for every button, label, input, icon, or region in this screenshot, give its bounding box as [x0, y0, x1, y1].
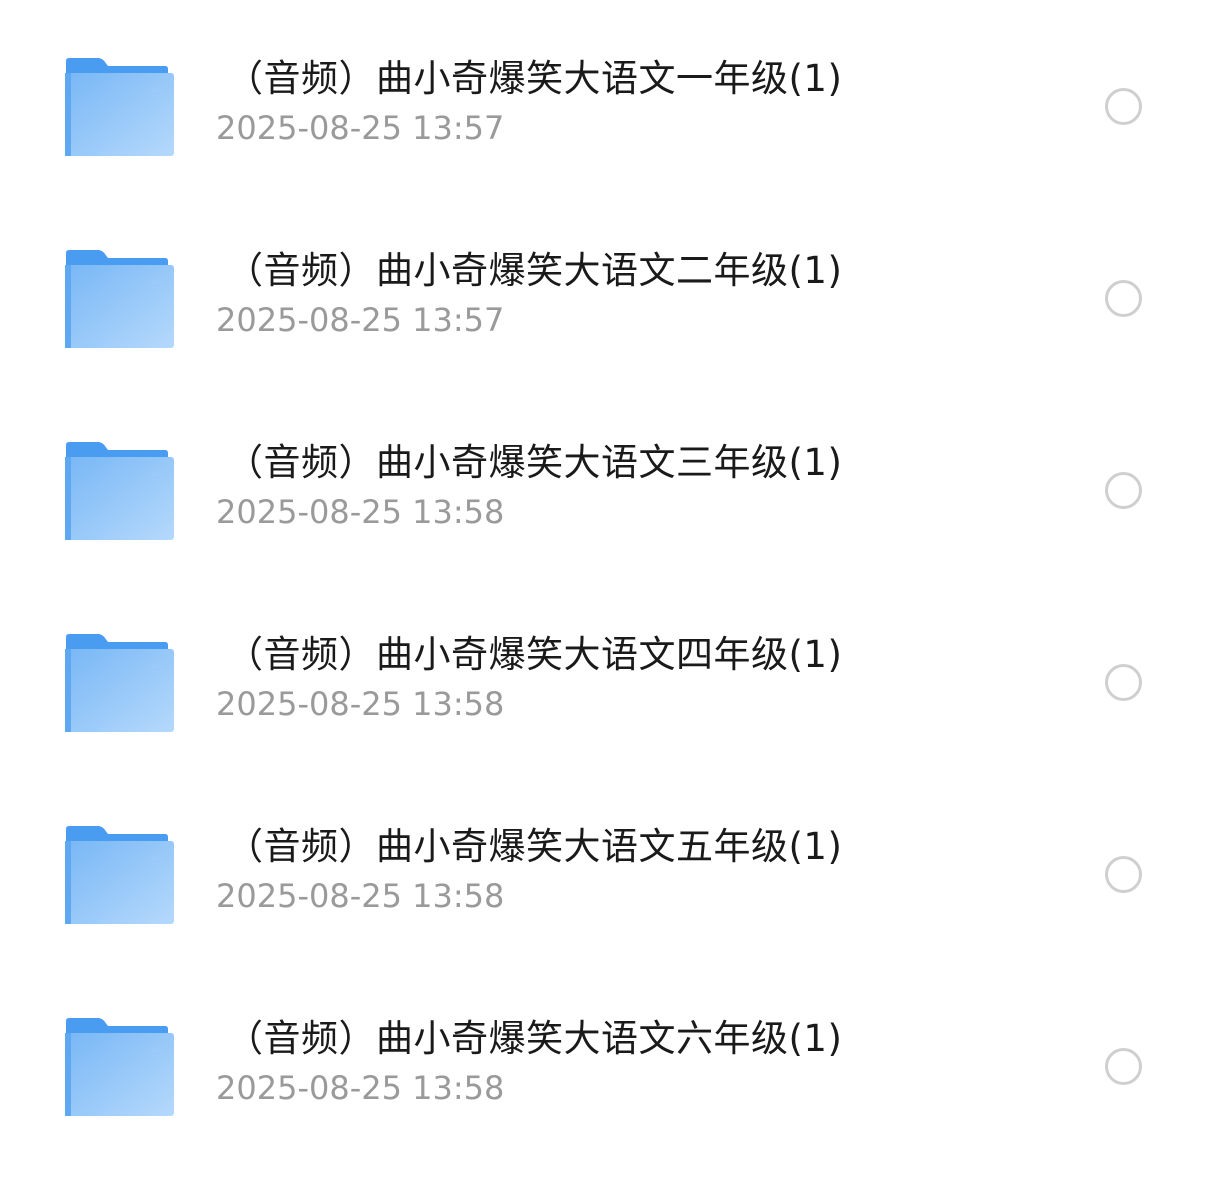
select-radio[interactable]	[1105, 664, 1142, 701]
list-item[interactable]: （音频）曲小奇爆笑大语文五年级(1) 2025-08-25 13:58	[0, 778, 1219, 970]
list-item[interactable]: （音频）曲小奇爆笑大语文四年级(1) 2025-08-25 13:58	[0, 586, 1219, 778]
file-texts: （音频）曲小奇爆笑大语文五年级(1) 2025-08-25 13:58	[216, 822, 843, 918]
list-item[interactable]: （音频）曲小奇爆笑大语文二年级(1) 2025-08-25 13:57	[0, 202, 1219, 394]
file-date: 2025-08-25 13:58	[216, 493, 505, 531]
folder-icon	[64, 441, 174, 541]
select-radio[interactable]	[1105, 280, 1142, 317]
file-name: （音频）曲小奇爆笑大语文五年级(1)	[226, 825, 843, 868]
file-name: （音频）曲小奇爆笑大语文一年级(1)	[226, 57, 843, 100]
file-texts: （音频）曲小奇爆笑大语文一年级(1) 2025-08-25 13:57	[216, 54, 843, 150]
folder-icon	[64, 57, 174, 157]
select-radio[interactable]	[1105, 88, 1142, 125]
folder-icon	[64, 825, 174, 925]
file-name: （音频）曲小奇爆笑大语文四年级(1)	[226, 633, 843, 676]
file-date: 2025-08-25 13:58	[216, 685, 505, 723]
file-date: 2025-08-25 13:58	[216, 877, 505, 915]
folder-icon	[64, 1017, 174, 1117]
file-date: 2025-08-25 13:57	[216, 109, 505, 147]
file-texts: （音频）曲小奇爆笑大语文三年级(1) 2025-08-25 13:58	[216, 438, 843, 534]
file-list: （音频）曲小奇爆笑大语文一年级(1) 2025-08-25 13:57 （音频）…	[0, 10, 1219, 1162]
file-texts: （音频）曲小奇爆笑大语文二年级(1) 2025-08-25 13:57	[216, 246, 843, 342]
file-date: 2025-08-25 13:57	[216, 301, 505, 339]
folder-icon	[64, 633, 174, 733]
file-date: 2025-08-25 13:58	[216, 1069, 505, 1107]
list-item[interactable]: （音频）曲小奇爆笑大语文三年级(1) 2025-08-25 13:58	[0, 394, 1219, 586]
file-texts: （音频）曲小奇爆笑大语文六年级(1) 2025-08-25 13:58	[216, 1014, 843, 1110]
select-radio[interactable]	[1105, 472, 1142, 509]
file-name: （音频）曲小奇爆笑大语文三年级(1)	[226, 441, 843, 484]
select-radio[interactable]	[1105, 1048, 1142, 1085]
file-name: （音频）曲小奇爆笑大语文六年级(1)	[226, 1017, 843, 1060]
list-item[interactable]: （音频）曲小奇爆笑大语文一年级(1) 2025-08-25 13:57	[0, 10, 1219, 202]
select-radio[interactable]	[1105, 856, 1142, 893]
file-name: （音频）曲小奇爆笑大语文二年级(1)	[226, 249, 843, 292]
folder-icon	[64, 249, 174, 349]
list-item[interactable]: （音频）曲小奇爆笑大语文六年级(1) 2025-08-25 13:58	[0, 970, 1219, 1162]
file-texts: （音频）曲小奇爆笑大语文四年级(1) 2025-08-25 13:58	[216, 630, 843, 726]
